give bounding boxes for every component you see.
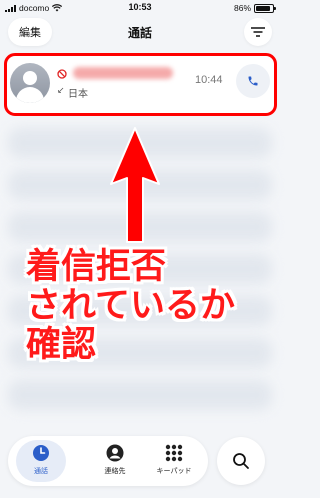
blurred-row [8,380,272,410]
status-bar: docomo 10:53 86% [0,0,280,16]
search-icon [233,453,249,469]
tab-contacts[interactable]: 連絡先 [90,440,140,482]
battery-icon [254,3,276,13]
tab-label: 通話 [34,467,48,475]
battery-fill [256,5,270,11]
highlight-frame [4,53,277,116]
battery-percent: 86% [233,3,251,13]
search-button[interactable] [217,437,265,485]
annotation-line: されているか [26,286,235,326]
filter-button[interactable] [244,18,272,46]
tab-keypad[interactable]: キーパッド [149,440,199,482]
keypad-icon [165,444,183,462]
filter-lines-icon [251,27,265,37]
clock-icon [33,445,49,461]
tab-bar: 通話 連絡先 キーパッド [8,436,208,486]
tab-calls[interactable]: 通話 [16,440,66,482]
page-title: 通話 [127,26,152,40]
annotation-text: 着信拒否 されているか 確認 [26,248,276,365]
tab-label: キーパッド [156,467,192,475]
annotation-line: 確認 [26,325,97,365]
status-right: 86% [233,3,276,13]
person-icon [106,444,124,462]
annotation-line: 着信拒否 [26,247,167,287]
tab-label: 連絡先 [104,467,126,475]
red-arrow [110,127,160,243]
